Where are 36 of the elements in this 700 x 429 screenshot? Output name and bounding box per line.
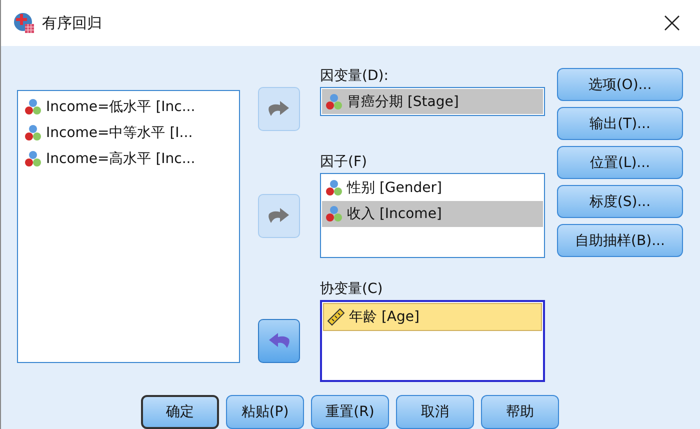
- dialog-button[interactable]: 位置(L)...: [557, 146, 683, 179]
- dialog-button[interactable]: 粘贴(P): [226, 395, 304, 429]
- left-arrow-icon: [268, 332, 290, 350]
- variable-item[interactable]: 收入 [Income]: [322, 201, 543, 227]
- variable-item[interactable]: Income=中等水平 [I...: [21, 120, 236, 146]
- ruler-icon: [327, 308, 345, 326]
- close-icon[interactable]: [664, 15, 680, 31]
- dialog-button[interactable]: 取消: [396, 395, 474, 429]
- nominal-variable-icon: [24, 124, 42, 142]
- field-label: 因子(F): [320, 153, 368, 172]
- nominal-variable-icon: [325, 92, 343, 110]
- right-arrow-icon: [268, 100, 290, 118]
- dialog-button[interactable]: 确定: [141, 395, 219, 429]
- dialog-button[interactable]: 输出(T)...: [557, 107, 683, 140]
- variable-item[interactable]: Income=低水平 [Inc...: [21, 94, 236, 120]
- nominal-variable-icon: [325, 205, 343, 223]
- move-button[interactable]: [258, 319, 300, 363]
- field-label: 因变量(D):: [320, 67, 390, 86]
- app-icon: [13, 12, 35, 34]
- dialog-button[interactable]: 重置(R): [311, 395, 389, 429]
- dialog-button[interactable]: 选项(O)...: [557, 68, 683, 101]
- dialog-button[interactable]: 自助抽样(B)...: [557, 224, 683, 257]
- nominal-variable-icon: [24, 98, 42, 116]
- nominal-variable-icon: [325, 179, 343, 197]
- nominal-variable-icon: [24, 150, 42, 168]
- right-arrow-icon: [268, 206, 290, 224]
- variable-item[interactable]: 性别 [Gender]: [322, 175, 543, 201]
- dialog-button[interactable]: 标度(S)...: [557, 185, 683, 218]
- variable-item[interactable]: 年龄 [Age]: [323, 303, 542, 331]
- dialog-button[interactable]: 帮助: [481, 395, 559, 429]
- move-button[interactable]: [258, 194, 300, 238]
- move-button[interactable]: [258, 87, 300, 131]
- window-title: 有序回归: [42, 14, 103, 32]
- field-label: 协变量(C): [320, 280, 384, 299]
- variable-item[interactable]: 胃癌分期 [Stage]: [322, 89, 543, 114]
- variable-item[interactable]: Income=高水平 [Inc...: [21, 146, 236, 172]
